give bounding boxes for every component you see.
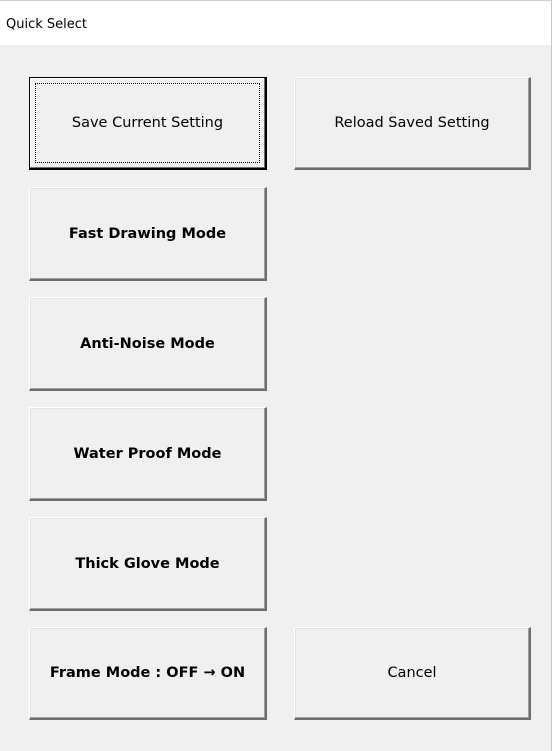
frame-mode-label: Frame Mode : OFF → ON [49,665,246,681]
water-proof-mode-label: Water Proof Mode [73,445,222,462]
window-title: Quick Select [6,17,87,32]
title-bar[interactable]: Quick Select [0,0,551,45]
water-proof-mode-button[interactable]: Water Proof Mode [29,407,267,501]
reload-saved-setting-label: Reload Saved Setting [334,115,490,131]
thick-glove-mode-label: Thick Glove Mode [75,555,220,572]
save-current-setting-label: Save Current Setting [71,115,224,131]
reload-saved-setting-button[interactable]: Reload Saved Setting [294,77,531,170]
anti-noise-mode-label: Anti-Noise Mode [80,335,215,352]
thick-glove-mode-button[interactable]: Thick Glove Mode [29,517,267,611]
fast-drawing-mode-label: Fast Drawing Mode [68,225,227,242]
cancel-label: Cancel [387,665,437,681]
save-current-setting-button[interactable]: Save Current Setting [29,77,267,170]
quick-select-dialog: Quick Select Save Current Setting Reload… [0,0,552,751]
frame-mode-toggle-button[interactable]: Frame Mode : OFF → ON [29,627,267,720]
cancel-button[interactable]: Cancel [294,627,531,720]
anti-noise-mode-button[interactable]: Anti-Noise Mode [29,297,267,391]
fast-drawing-mode-button[interactable]: Fast Drawing Mode [29,187,267,281]
